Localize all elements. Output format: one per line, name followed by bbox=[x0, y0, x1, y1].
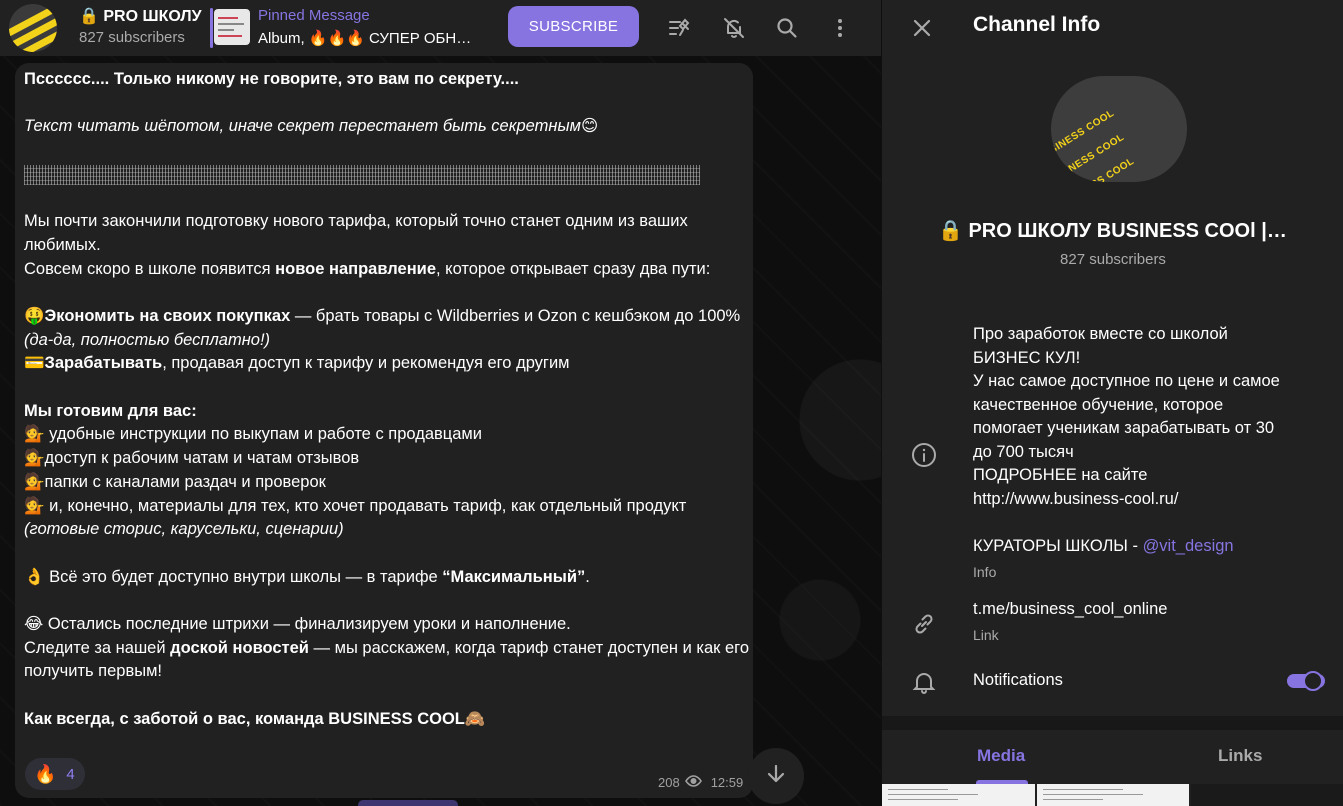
message-meta: 208 12:59 bbox=[658, 775, 743, 790]
mute-icon[interactable] bbox=[714, 8, 754, 48]
view-count: 208 bbox=[658, 775, 680, 790]
search-icon[interactable] bbox=[767, 8, 807, 48]
msg-prep-1: 💁 удобные инструкции по выкупам и работе… bbox=[24, 425, 482, 444]
arrow-down-icon bbox=[764, 762, 788, 791]
subscribe-button[interactable]: SUBSCRIBE bbox=[508, 6, 639, 47]
reaction-button[interactable]: 🔥 4 bbox=[25, 758, 85, 790]
msg-paragraph-1: Мы почти закончили подготовку нового тар… bbox=[24, 212, 688, 254]
chat-area: 🔒 PRO ШКОЛУ 827 subscribers Pinned Messa… bbox=[0, 0, 881, 806]
message-time: 12:59 bbox=[710, 775, 744, 790]
msg-prep-3: 💁папки с каналами раздач и проверок bbox=[24, 472, 326, 491]
link-icon bbox=[909, 609, 939, 639]
msg-ok-line: 👌 Всё это будет доступно внутри школы — … bbox=[24, 567, 590, 586]
scroll-down-button[interactable] bbox=[748, 748, 804, 804]
msg-last-2: Следите за нашей доской новостей — мы ра… bbox=[24, 638, 749, 681]
notifications-toggle[interactable] bbox=[1287, 669, 1325, 693]
link-label: Link bbox=[973, 627, 999, 643]
channel-info-panel: Channel Info BUSINESS COOL BUSINESS COOL… bbox=[881, 0, 1343, 806]
msg-paragraph-2: Совсем скоро в школе появится новое напр… bbox=[24, 259, 711, 278]
info-label: Info bbox=[973, 564, 997, 580]
channel-title[interactable]: 🔒 PRO ШКОЛУ bbox=[79, 6, 205, 26]
msg-signature: Как всегда, с заботой о вас, команда BUS… bbox=[24, 709, 486, 728]
media-thumb[interactable] bbox=[1036, 784, 1190, 806]
curator-mention-link[interactable]: @vit_design bbox=[1143, 537, 1234, 555]
more-icon[interactable] bbox=[820, 8, 860, 48]
composer-edge bbox=[358, 800, 458, 806]
pinned-list-icon[interactable] bbox=[659, 8, 699, 48]
channel-description[interactable]: Про заработок вместе со школой БИЗНЕС КУ… bbox=[973, 323, 1323, 558]
tab-links[interactable]: Links bbox=[1218, 746, 1262, 766]
website-link[interactable]: http://www.business-cool.ru/ bbox=[973, 488, 1323, 512]
msg-last-1: 😂 Остались последние штрихи — финализиру… bbox=[24, 615, 571, 634]
channel-avatar[interactable] bbox=[9, 4, 57, 52]
message-text: Псссссс.... Только никому не говорите, э… bbox=[24, 68, 749, 732]
channel-link[interactable]: t.me/business_cool_online bbox=[973, 600, 1167, 619]
fire-reaction-icon: 🔥 bbox=[34, 763, 57, 784]
close-icon[interactable] bbox=[902, 8, 942, 48]
info-icon bbox=[909, 440, 939, 470]
pinned-thumbnail[interactable] bbox=[214, 9, 250, 45]
msg-bullet-save: 🤑Экономить на своих покупках — брать тов… bbox=[24, 306, 741, 349]
panel-title: Channel Info bbox=[973, 13, 1101, 36]
media-thumb[interactable] bbox=[1191, 784, 1343, 806]
media-grid bbox=[882, 784, 1343, 806]
msg-line-2: Текст читать шёпотом, иначе секрет перес… bbox=[24, 117, 599, 136]
msg-bullet-earn: 💳Зарабатывать, продавая доступ к тарифу … bbox=[24, 354, 570, 373]
message-bubble: Псссссс.... Только никому не говорите, э… bbox=[15, 63, 753, 798]
reaction-count: 4 bbox=[66, 765, 75, 783]
chat-header: 🔒 PRO ШКОЛУ 827 subscribers Pinned Messa… bbox=[0, 0, 881, 56]
pinned-message-label[interactable]: Pinned Message bbox=[258, 7, 370, 24]
channel-name: 🔒 PRO ШКОЛУ BUSINESS COOl | O... bbox=[938, 220, 1288, 242]
section-divider bbox=[882, 716, 1343, 730]
channel-subscriber-count: 827 subscribers bbox=[1060, 251, 1166, 268]
msg-line-1: Псссссс.... Только никому не говорите, э… bbox=[24, 70, 519, 88]
media-tabs: Media Links bbox=[882, 730, 1343, 784]
pinned-message-text[interactable]: Album, 🔥🔥🔥 СУПЕР ОБНО... bbox=[258, 29, 480, 47]
pinned-indicator bbox=[210, 8, 213, 48]
channel-avatar-large[interactable]: BUSINESS COOL BUSINESS COOL BUSINESS COO… bbox=[1051, 76, 1187, 182]
notifications-label: Notifications bbox=[973, 671, 1063, 689]
msg-prep-4: 💁 и, конечно, материалы для тех, кто хоч… bbox=[24, 496, 687, 539]
msg-prep-title: Мы готовим для вас: bbox=[24, 401, 197, 420]
spoiler-text[interactable] bbox=[24, 163, 749, 187]
eye-icon bbox=[684, 775, 702, 790]
tab-media[interactable]: Media bbox=[977, 746, 1025, 766]
msg-prep-2: 💁доступ к рабочим чатам и чатам отзывов bbox=[24, 449, 360, 468]
bell-icon bbox=[909, 667, 939, 697]
channel-subscribers: 827 subscribers bbox=[79, 29, 185, 46]
media-thumb[interactable] bbox=[882, 784, 1035, 806]
